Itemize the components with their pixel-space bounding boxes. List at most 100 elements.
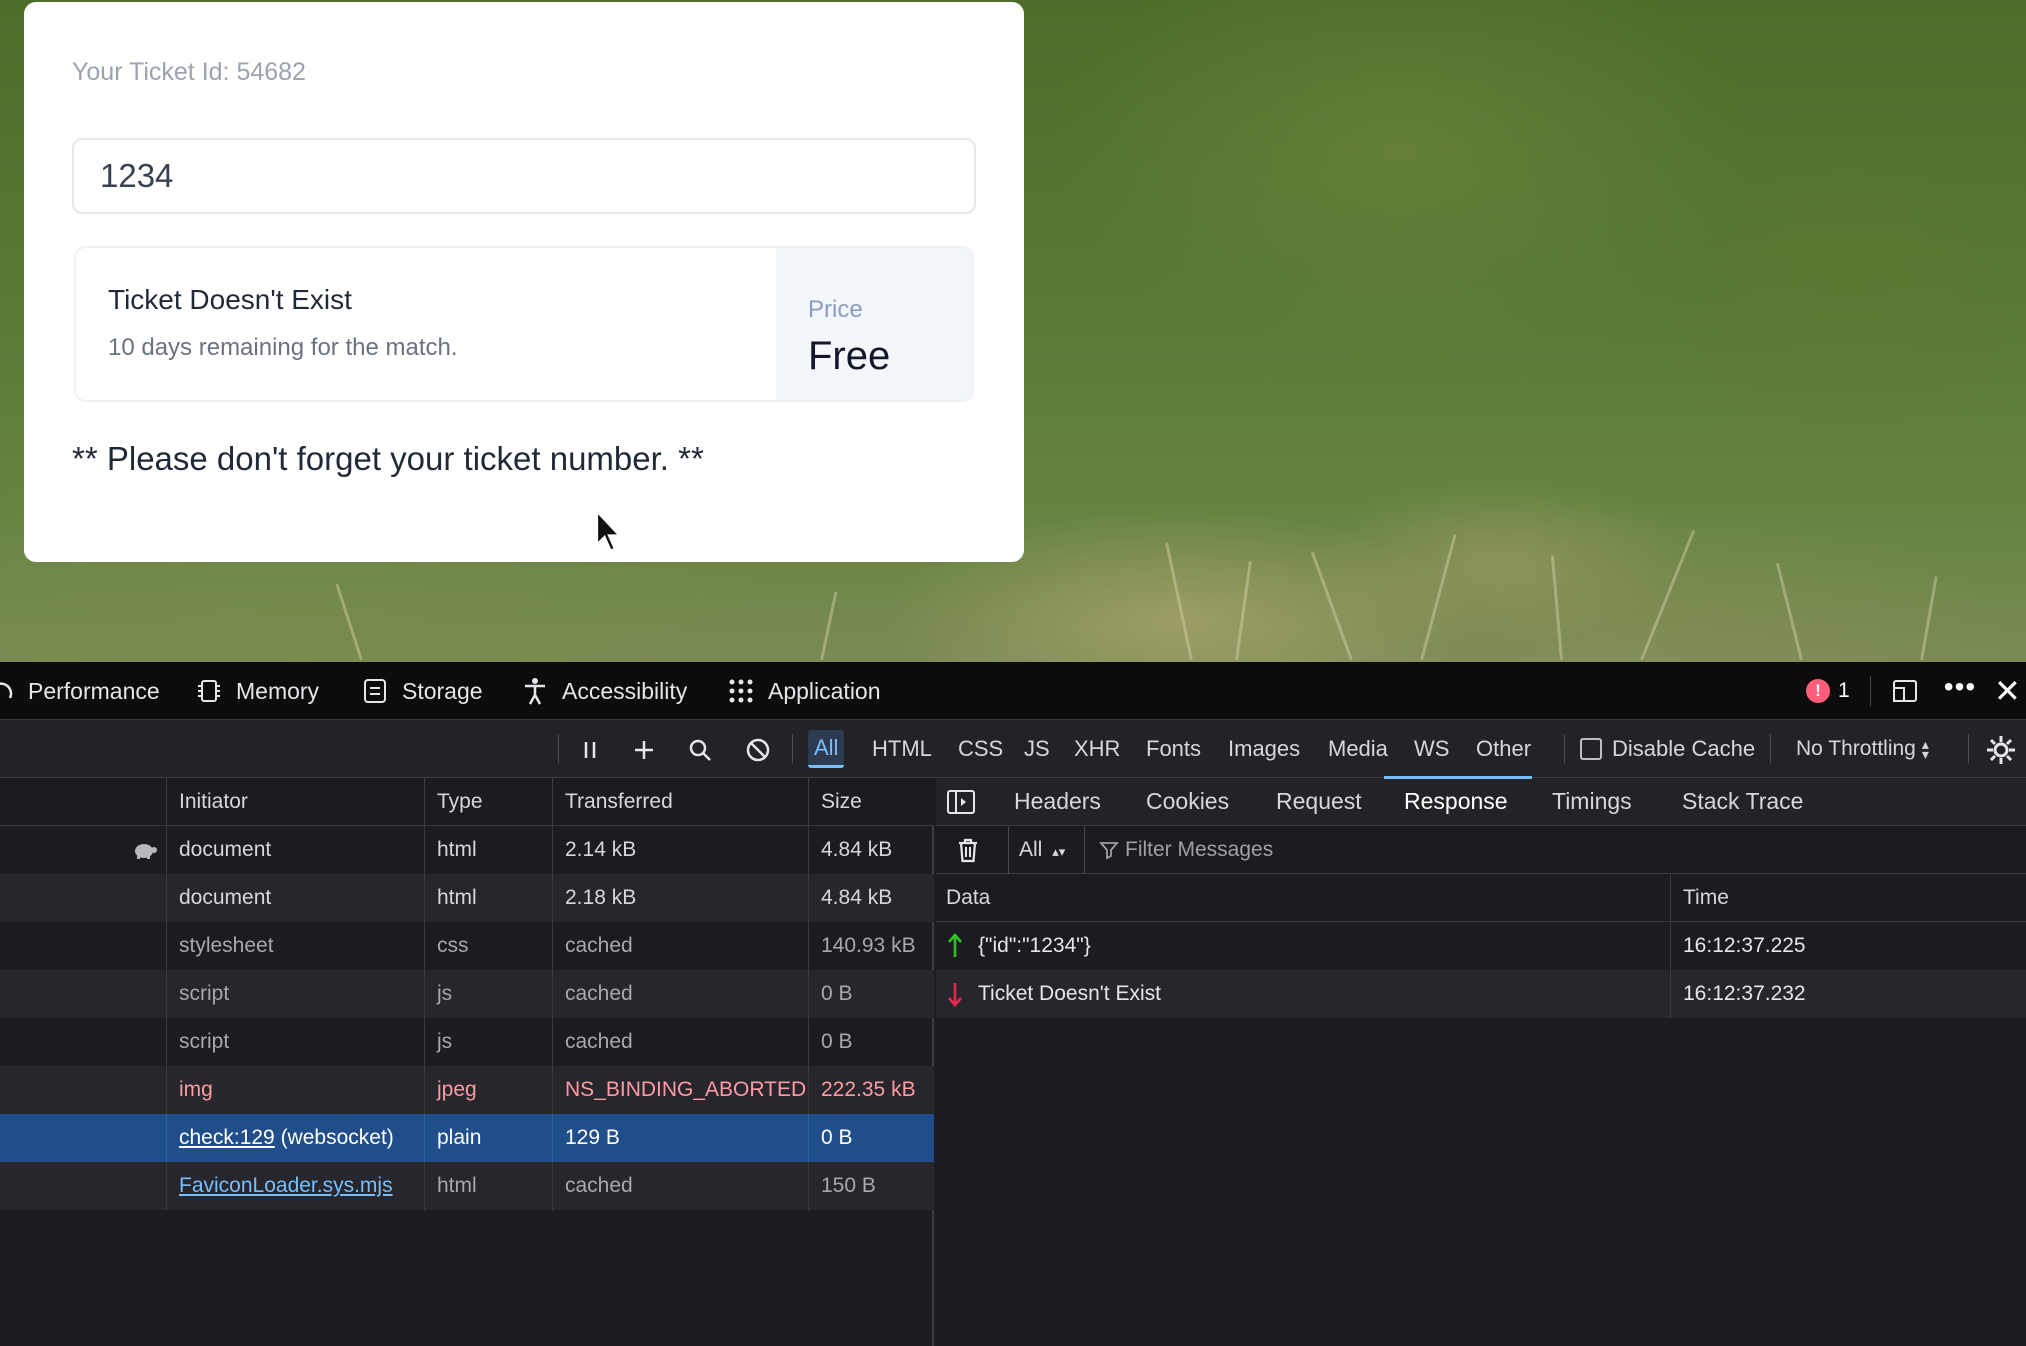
pause-icon[interactable] [574, 734, 606, 766]
error-count-badge[interactable]: ! 1 [1806, 662, 1850, 720]
result-title: Ticket Doesn't Exist [108, 284, 352, 315]
message-row-sent[interactable]: {"id":"1234"} 16:12:37.225 [936, 922, 2026, 970]
tab-stack-trace[interactable]: Stack Trace [1682, 778, 1803, 826]
message-time: 16:12:37.225 [1670, 922, 1806, 970]
filter-all[interactable]: All [808, 730, 845, 768]
result-subtitle: 10 days remaining for the match. [108, 334, 458, 361]
column-initiator[interactable]: Initiator [166, 778, 424, 826]
cell-size: 150 B [808, 1162, 934, 1210]
cell-type: js [424, 1018, 552, 1066]
message-row-received[interactable]: Ticket Doesn't Exist 16:12:37.232 [936, 970, 2026, 1018]
column-type[interactable]: Type [424, 778, 552, 826]
network-toolbar: All HTML CSS JS XHR Fonts Images Media W… [0, 720, 2026, 778]
messages-header: Data Time [936, 874, 2026, 922]
filter-fonts[interactable]: Fonts [1140, 730, 1207, 768]
ticket-card: Your Ticket Id: 54682 1234 Ticket Doesn'… [24, 2, 1024, 562]
table-row[interactable]: document html 2.14 kB 4.84 kB [0, 826, 934, 874]
grass-decoration [1235, 560, 1252, 661]
tab-storage[interactable]: Storage [360, 662, 483, 720]
more-options-icon[interactable]: ••• [1940, 673, 1980, 706]
reminder-text: ** Please don't forget your ticket numbe… [72, 440, 704, 477]
details-tab-bar: Headers Cookies Request Response Timings… [936, 776, 2026, 826]
memory-icon [194, 676, 224, 706]
message-time: 16:12:37.232 [1670, 970, 1806, 1018]
cell-initiator: stylesheet [166, 922, 424, 970]
trash-icon[interactable] [954, 836, 982, 864]
request-details-panel: Headers Cookies Request Response Timings… [936, 776, 2026, 1346]
cell-initiator: check:129 (websocket) [166, 1114, 424, 1162]
grass-decoration [335, 583, 363, 661]
price-value: Free [808, 334, 891, 378]
filter-messages-input[interactable]: Filter Messages [1084, 826, 1273, 874]
filter-xhr[interactable]: XHR [1068, 730, 1126, 768]
initiator-link[interactable]: FaviconLoader.sys.mjs [179, 1174, 393, 1197]
grass-decoration [820, 591, 838, 661]
cell-initiator: script [166, 1018, 424, 1066]
ticket-number-input[interactable]: 1234 [72, 138, 976, 214]
tab-request[interactable]: Request [1276, 778, 1362, 826]
tab-headers[interactable]: Headers [1014, 778, 1101, 826]
table-row[interactable]: script js cached 0 B [0, 970, 934, 1018]
checkbox-box [1580, 738, 1602, 760]
message-data: Ticket Doesn't Exist [946, 970, 1161, 1018]
filter-images[interactable]: Images [1222, 730, 1306, 768]
throttling-select[interactable]: No Throttling ▴ ▾ [1796, 730, 1929, 768]
close-icon[interactable]: ✕ [1994, 674, 2026, 708]
toggle-sidebar-icon[interactable] [946, 788, 976, 816]
responsive-design-icon[interactable] [1890, 676, 1920, 706]
filter-ws[interactable]: WS [1408, 730, 1455, 768]
tab-label: Accessibility [562, 677, 688, 704]
grass-decoration [1550, 555, 1563, 661]
cell-size: 0 B [808, 970, 934, 1018]
table-row[interactable]: img jpeg NS_BINDING_ABORTED 222.35 kB [0, 1066, 934, 1114]
tab-timings[interactable]: Timings [1552, 778, 1632, 826]
initiator-link[interactable]: check:129 [179, 1126, 275, 1149]
gear-icon[interactable] [1984, 733, 2018, 767]
cell-size: 4.84 kB [808, 874, 934, 922]
message-type-select[interactable]: All ▴▾ [1008, 826, 1065, 874]
tab-label: Application [768, 677, 881, 704]
cell-type: js [424, 970, 552, 1018]
ticket-id-label: Your Ticket Id: 54682 [72, 58, 306, 86]
search-icon[interactable] [684, 734, 716, 766]
ticket-result-box: Ticket Doesn't Exist 10 days remaining f… [74, 246, 974, 402]
column-data[interactable]: Data [936, 874, 1670, 922]
toolbar-separator [1870, 676, 1871, 706]
tab-application[interactable]: Application [726, 662, 881, 720]
tab-performance[interactable]: Performance [0, 662, 160, 720]
websocket-toolbar: All ▴▾ Filter Messages [936, 826, 2026, 874]
tab-cookies[interactable]: Cookies [1146, 778, 1229, 826]
add-request-icon[interactable] [628, 734, 660, 766]
filter-icon [1099, 842, 1119, 860]
filter-other[interactable]: Other [1470, 730, 1537, 768]
message-type-value: All [1019, 838, 1043, 861]
cell-transferred: NS_BINDING_ABORTED [552, 1066, 808, 1114]
grass-decoration [1775, 562, 1803, 661]
block-icon[interactable] [742, 734, 774, 766]
toolbar-separator [792, 734, 793, 764]
table-row[interactable]: script js cached 0 B [0, 1018, 934, 1066]
toolbar-separator [1968, 734, 1969, 764]
request-table-header: Initiator Type Transferred Size [0, 778, 934, 826]
tab-accessibility[interactable]: Accessibility [520, 662, 687, 720]
tab-memory[interactable]: Memory [194, 662, 319, 720]
grass-decoration [1920, 576, 1938, 661]
cell-transferred: cached [552, 1162, 808, 1210]
cell-transferred: 2.18 kB [552, 874, 808, 922]
tab-response[interactable]: Response [1404, 778, 1508, 826]
filter-media[interactable]: Media [1322, 730, 1394, 768]
filter-js[interactable]: JS [1018, 730, 1056, 768]
table-row[interactable]: FaviconLoader.sys.mjs html cached 150 B [0, 1162, 934, 1210]
filter-css[interactable]: CSS [952, 730, 1009, 768]
filter-html[interactable]: HTML [866, 730, 938, 768]
message-text: {"id":"1234"} [978, 934, 1091, 957]
column-size[interactable]: Size [808, 778, 934, 826]
column-time[interactable]: Time [1670, 874, 2026, 922]
column-transferred[interactable]: Transferred [552, 778, 808, 826]
cell-size: 140.93 kB [808, 922, 934, 970]
table-row[interactable]: document html 2.18 kB 4.84 kB [0, 874, 934, 922]
table-row-selected[interactable]: check:129 (websocket) plain 129 B 0 B [0, 1114, 934, 1162]
toolbar-separator [1770, 734, 1771, 764]
disable-cache-checkbox[interactable]: Disable Cache [1580, 730, 1755, 768]
table-row[interactable]: stylesheet css cached 140.93 kB [0, 922, 934, 970]
